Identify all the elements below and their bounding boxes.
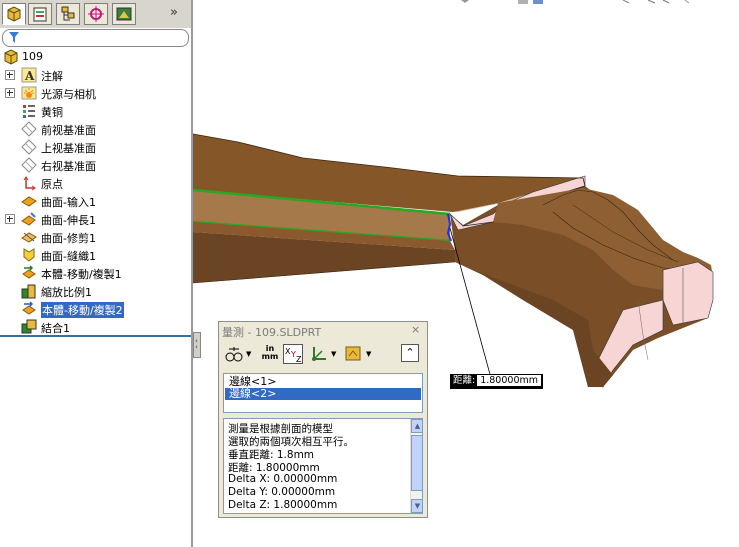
display-manager-icon bbox=[116, 7, 132, 21]
tree-item-label: 縮放比例1 bbox=[41, 286, 92, 299]
scroll-up-icon[interactable]: ▲ bbox=[411, 419, 422, 433]
tree-item-label: 注解 bbox=[41, 70, 63, 83]
distance-callout: 距離: 1.80000mm bbox=[450, 374, 543, 389]
feature-manager-tab[interactable] bbox=[2, 3, 26, 25]
selected-edge bbox=[446, 213, 452, 242]
scroll-down-icon[interactable]: ▼ bbox=[411, 499, 422, 513]
tree-item-right-plane[interactable]: 右视基准面 bbox=[0, 156, 191, 174]
callout-value: 1.80000mm bbox=[477, 375, 541, 386]
tree-item-label: 黄铜 bbox=[41, 106, 63, 119]
property-manager-tab[interactable] bbox=[28, 3, 52, 25]
tree-root[interactable]: 109 bbox=[0, 48, 191, 66]
dropdown-arrow-icon[interactable]: ▼ bbox=[366, 350, 371, 358]
property-manager-icon bbox=[33, 7, 47, 22]
surface-trim-icon bbox=[21, 229, 37, 245]
measure-toolbar: ▼ in mm XYZ ▼ ▼ ⌃ bbox=[219, 342, 427, 368]
selection-item[interactable]: 邊線<2> bbox=[225, 388, 421, 400]
move-copy-icon bbox=[21, 265, 37, 281]
plane-icon bbox=[21, 121, 37, 137]
tree-item-surface-trim[interactable]: 曲面-修剪1 bbox=[0, 228, 191, 246]
tree-item-lights-cameras[interactable]: 光源与相机 bbox=[0, 84, 191, 102]
tree-item-label: 曲面-縫織1 bbox=[41, 250, 96, 263]
surface-knit-icon bbox=[21, 247, 37, 263]
svg-text:Z: Z bbox=[296, 355, 302, 364]
part-icon bbox=[3, 49, 19, 65]
result-line: Delta Y: 0.00000mm bbox=[228, 486, 336, 498]
coordinate-system-icon[interactable] bbox=[345, 344, 363, 364]
tree-item-surface-extend[interactable]: 曲面-伸長1 bbox=[0, 210, 191, 228]
filter-icon bbox=[9, 32, 19, 43]
measure-title: 量測 - 109.SLDPRT bbox=[222, 326, 322, 339]
plane-icon bbox=[21, 157, 37, 173]
expand-icon[interactable] bbox=[5, 88, 15, 98]
display-manager-tab[interactable] bbox=[112, 3, 136, 25]
tree-item-material[interactable]: 黄铜 bbox=[0, 102, 191, 120]
manager-tabs: » bbox=[0, 0, 191, 28]
dropdown-arrow-icon[interactable]: ▼ bbox=[331, 350, 336, 358]
configuration-manager-icon bbox=[61, 6, 75, 21]
tree-item-label: 光源与相机 bbox=[41, 88, 96, 101]
collapse-dialog-button[interactable]: ⌃ bbox=[401, 344, 419, 362]
tree-item-annotations[interactable]: A 注解 bbox=[0, 66, 191, 84]
measure-title-bar[interactable]: 量測 - 109.SLDPRT × bbox=[219, 322, 427, 340]
plane-icon bbox=[21, 139, 37, 155]
dropdown-arrow-icon[interactable]: ▼ bbox=[246, 350, 251, 358]
arc-circle-measure-icon[interactable] bbox=[225, 344, 243, 364]
surface-import-icon bbox=[21, 193, 37, 209]
tree-item-label: 曲面-修剪1 bbox=[41, 232, 96, 245]
tree-item-label: 本體-移動/複製2 bbox=[41, 302, 124, 318]
callout-label: 距離: bbox=[453, 375, 476, 386]
scroll-thumb[interactable] bbox=[411, 435, 422, 491]
more-tabs-button[interactable]: » bbox=[170, 5, 178, 20]
tree-item-label: 原点 bbox=[41, 178, 63, 191]
close-button[interactable]: × bbox=[411, 323, 420, 336]
combine-icon bbox=[21, 319, 37, 335]
tree-item-top-plane[interactable]: 上视基准面 bbox=[0, 138, 191, 156]
tree-item-combine[interactable]: 結合1 bbox=[0, 318, 191, 336]
tree-item-label: 上视基准面 bbox=[41, 142, 96, 155]
view-toolbar-icon[interactable] bbox=[461, 0, 690, 4]
lights-cameras-icon bbox=[21, 85, 37, 101]
tree-item-move-copy-1[interactable]: 本體-移動/複製1 bbox=[0, 264, 191, 282]
units-bottom: mm bbox=[261, 352, 279, 361]
measure-results: 測量是根據剖面的模型 選取的兩個項次相互平行。 垂直距離: 1.8mm 距離: … bbox=[223, 418, 423, 514]
point-to-point-icon[interactable] bbox=[310, 344, 328, 364]
scale-icon bbox=[21, 283, 37, 299]
expand-icon[interactable] bbox=[5, 70, 15, 80]
tree-item-label: 曲面-输入1 bbox=[41, 196, 96, 209]
origin-icon bbox=[21, 175, 37, 191]
surface-extend-icon bbox=[21, 211, 37, 227]
tree-item-label: 右视基准面 bbox=[41, 160, 96, 173]
feature-filter-input[interactable] bbox=[2, 29, 189, 47]
dimxpert-icon bbox=[88, 6, 104, 22]
tree-item-scale[interactable]: 縮放比例1 bbox=[0, 282, 191, 300]
result-line: Delta X: 0.00000mm bbox=[228, 473, 338, 485]
expand-icon[interactable] bbox=[5, 214, 15, 224]
tree-item-move-copy-2[interactable]: 本體-移動/複製2 bbox=[0, 300, 191, 318]
tree-item-surface-knit[interactable]: 曲面-縫織1 bbox=[0, 246, 191, 264]
material-icon bbox=[21, 103, 37, 119]
show-xyz-icon[interactable]: X YZ bbox=[283, 344, 303, 364]
tree-item-label: 前视基准面 bbox=[41, 124, 96, 137]
svg-text:A: A bbox=[24, 69, 35, 83]
measure-dialog: 量測 - 109.SLDPRT × ▼ in mm XYZ ▼ ▼ ⌃ 邊線<1… bbox=[218, 321, 428, 518]
tree-item-label: 曲面-伸長1 bbox=[41, 214, 96, 227]
dimxpert-tab[interactable] bbox=[84, 3, 108, 25]
configuration-manager-tab[interactable] bbox=[56, 3, 80, 25]
tree-root-label: 109 bbox=[22, 50, 43, 63]
tree-item-origin[interactable]: 原点 bbox=[0, 174, 191, 192]
units-precision-button[interactable]: in mm bbox=[260, 345, 280, 365]
feature-manager-icon bbox=[7, 6, 21, 22]
rollback-bar[interactable] bbox=[0, 335, 191, 337]
selection-list[interactable]: 邊線<1> 邊線<2> bbox=[223, 373, 423, 413]
tree-item-label: 本體-移動/複製1 bbox=[41, 268, 122, 281]
tree-item-label: 結合1 bbox=[41, 322, 70, 335]
tree-item-front-plane[interactable]: 前视基准面 bbox=[0, 120, 191, 138]
result-line: Delta Z: 1.80000mm bbox=[228, 499, 338, 511]
results-scrollbar[interactable]: ▲ ▼ bbox=[410, 419, 422, 513]
feature-manager-panel: » 109 A 注解 光源与相机 黄铜 前视基准面 上视基准面 右视基准面 原点… bbox=[0, 0, 191, 547]
tree-item-surface-import[interactable]: 曲面-输入1 bbox=[0, 192, 191, 210]
annotations-icon: A bbox=[21, 67, 37, 83]
move-copy-icon bbox=[21, 301, 37, 317]
